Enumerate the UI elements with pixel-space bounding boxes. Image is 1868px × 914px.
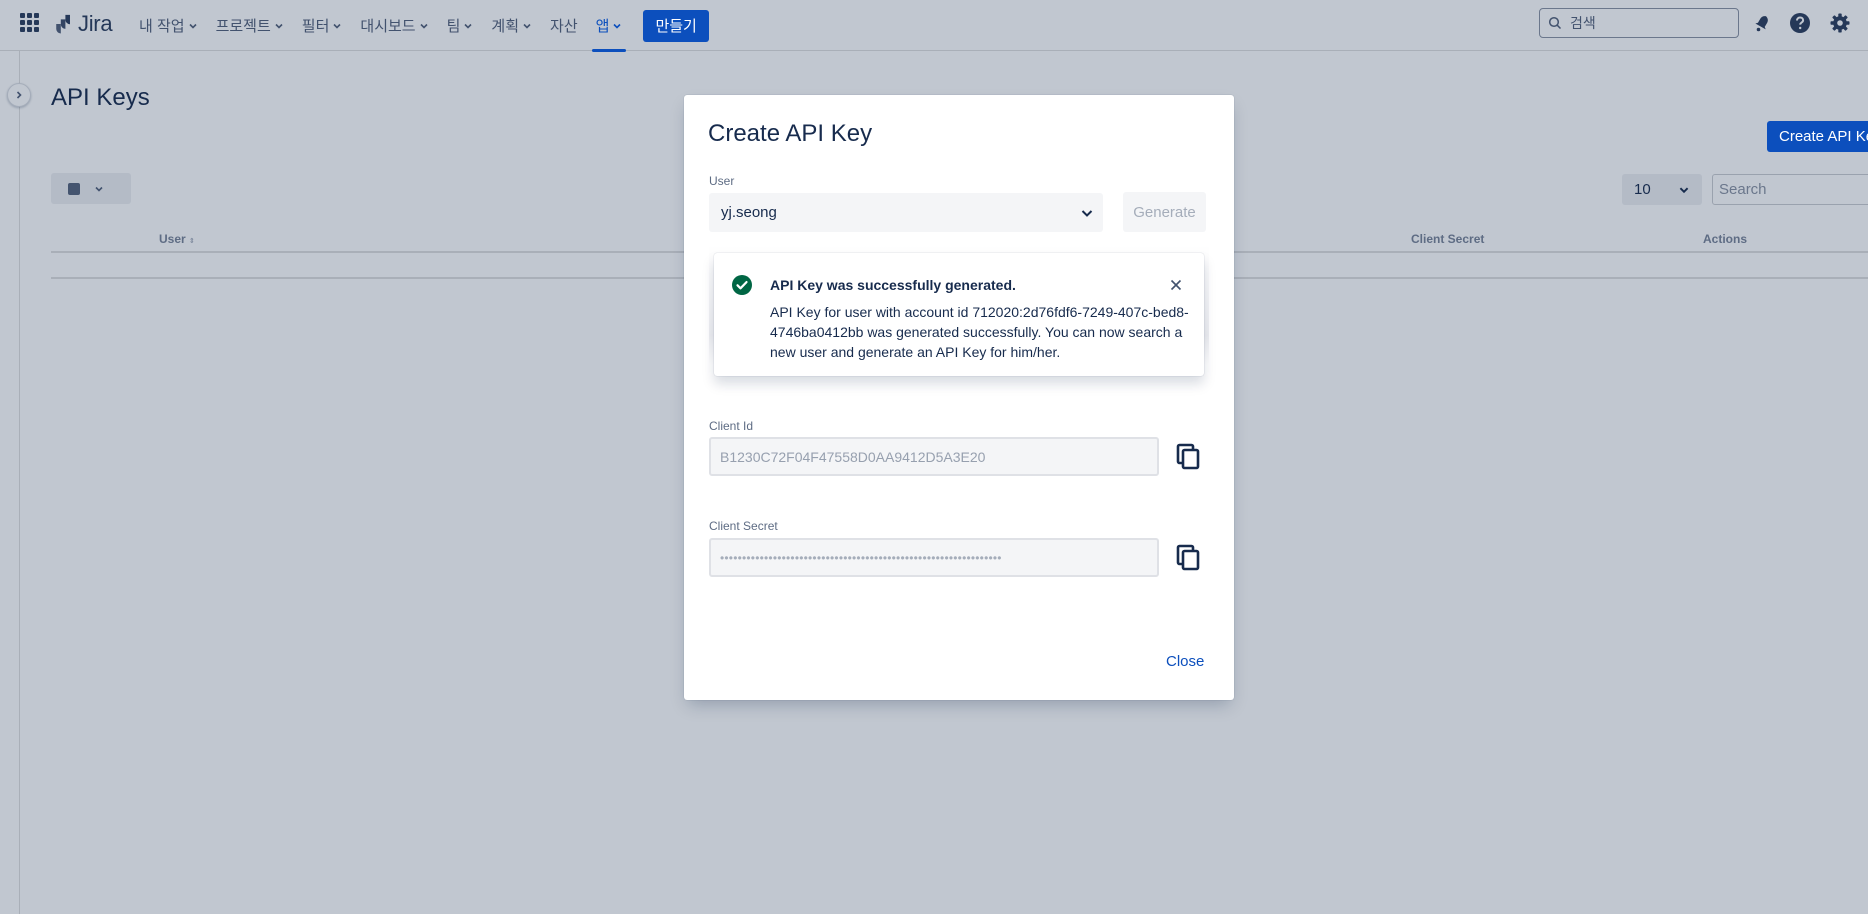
page-size-value: 10: [1634, 181, 1651, 198]
chevron-down-icon: [523, 23, 531, 29]
nav-item-dashboards[interactable]: 대시보드: [351, 0, 437, 51]
client-id-field[interactable]: B1230C72F04F47558D0AA9412D5A3E20: [709, 437, 1159, 476]
chevron-down-icon: [1679, 187, 1689, 193]
column-header-label: User: [159, 232, 186, 246]
generate-button[interactable]: Generate: [1123, 192, 1206, 232]
checkbox-icon: [68, 182, 80, 195]
flag-description: API Key for user with account id 712020:…: [770, 304, 1189, 360]
sort-icon: ⇕: [189, 238, 195, 245]
nav-item-teams[interactable]: 팀: [438, 0, 483, 51]
copy-icon[interactable]: [1174, 543, 1202, 573]
client-secret-value: ••••••••••••••••••••••••••••••••••••••••…: [720, 550, 1002, 565]
user-label: User: [709, 174, 735, 188]
column-header-actions: Actions: [1703, 232, 1748, 246]
nav-item-label: 대시보드: [360, 18, 416, 35]
create-api-key-button[interactable]: Create API Key: [1767, 121, 1868, 152]
client-secret-field[interactable]: ••••••••••••••••••••••••••••••••••••••••…: [709, 538, 1159, 577]
create-api-key-modal: Create API Key User yj.seong Generate AP…: [684, 95, 1234, 700]
nav-items: 내 작업 프로젝트 필터 대시보드 팀 계획 자산 앱 만들기: [130, 0, 709, 52]
nav-item-my-work[interactable]: 내 작업: [130, 0, 207, 51]
table-search-placeholder: Search: [1719, 181, 1767, 198]
nav-item-filters[interactable]: 필터: [293, 0, 352, 51]
chevron-down-icon: [1081, 209, 1093, 217]
success-check-icon: [732, 275, 752, 295]
nav-item-label: 계획: [491, 18, 520, 35]
user-select[interactable]: yj.seong: [709, 193, 1103, 232]
chevron-down-icon: [95, 186, 103, 192]
search-icon: [1548, 16, 1562, 30]
chevron-down-icon: [275, 23, 283, 29]
client-id-value: B1230C72F04F47558D0AA9412D5A3E20: [720, 448, 986, 465]
page-size-select[interactable]: 10: [1622, 174, 1702, 205]
chevron-down-icon: [420, 23, 428, 29]
nav-item-label: 앱: [595, 18, 610, 35]
page-title: API Keys: [51, 84, 150, 111]
nav-item-label: 팀: [446, 18, 461, 35]
chevron-down-icon: [464, 23, 472, 29]
chevron-right-icon: [16, 91, 22, 99]
create-button[interactable]: 만들기: [643, 9, 709, 42]
copy-icon[interactable]: [1174, 442, 1202, 472]
flag-title: API Key was successfully generated.: [770, 277, 1016, 293]
sidebar-expand-button[interactable]: [7, 83, 31, 107]
grid-icon[interactable]: [20, 13, 39, 32]
nav-item-label: 프로젝트: [215, 18, 271, 35]
sidebar: [0, 51, 20, 914]
nav-item-assets[interactable]: 자산: [541, 0, 587, 51]
chevron-down-icon: [189, 23, 197, 29]
jira-logo-icon: [51, 14, 70, 34]
nav-item-label: 자산: [550, 18, 578, 35]
column-header-user[interactable]: User ⇕: [159, 232, 195, 246]
close-icon[interactable]: [1168, 277, 1184, 293]
nav-item-apps[interactable]: 앱: [587, 0, 632, 52]
client-id-label: Client Id: [709, 419, 754, 433]
nav-item-label: 내 작업: [139, 18, 185, 35]
chevron-down-icon: [613, 23, 622, 29]
bulk-select-dropdown[interactable]: [51, 173, 131, 204]
client-secret-label: Client Secret: [709, 519, 778, 533]
jira-logo[interactable]: Jira: [50, 10, 113, 38]
global-search[interactable]: [1539, 8, 1739, 38]
nav-item-label: 필터: [301, 18, 330, 35]
user-select-value: yj.seong: [721, 204, 777, 221]
nav-item-projects[interactable]: 프로젝트: [207, 0, 293, 51]
modal-title: Create API Key: [708, 120, 873, 147]
table-search-input[interactable]: Search: [1712, 174, 1868, 205]
column-header-client-secret: Client Secret: [1411, 232, 1485, 246]
nav-item-plans[interactable]: 계획: [482, 0, 541, 51]
notification-icon[interactable]: [1750, 12, 1772, 34]
logo-text: Jira: [78, 11, 113, 36]
settings-icon[interactable]: [1829, 12, 1851, 34]
top-navigation: Jira 내 작업 프로젝트 필터 대시보드 팀 계획 자산 앱 만들기 검색: [0, 0, 1868, 52]
page: Jira 내 작업 프로젝트 필터 대시보드 팀 계획 자산 앱 만들기 검색 …: [0, 0, 1868, 914]
help-icon[interactable]: [1789, 12, 1811, 34]
global-search-input[interactable]: [1570, 15, 1720, 31]
chevron-down-icon: [333, 23, 341, 29]
success-flag: API Key was successfully generated. API …: [714, 253, 1204, 376]
close-button[interactable]: Close: [1166, 653, 1204, 670]
